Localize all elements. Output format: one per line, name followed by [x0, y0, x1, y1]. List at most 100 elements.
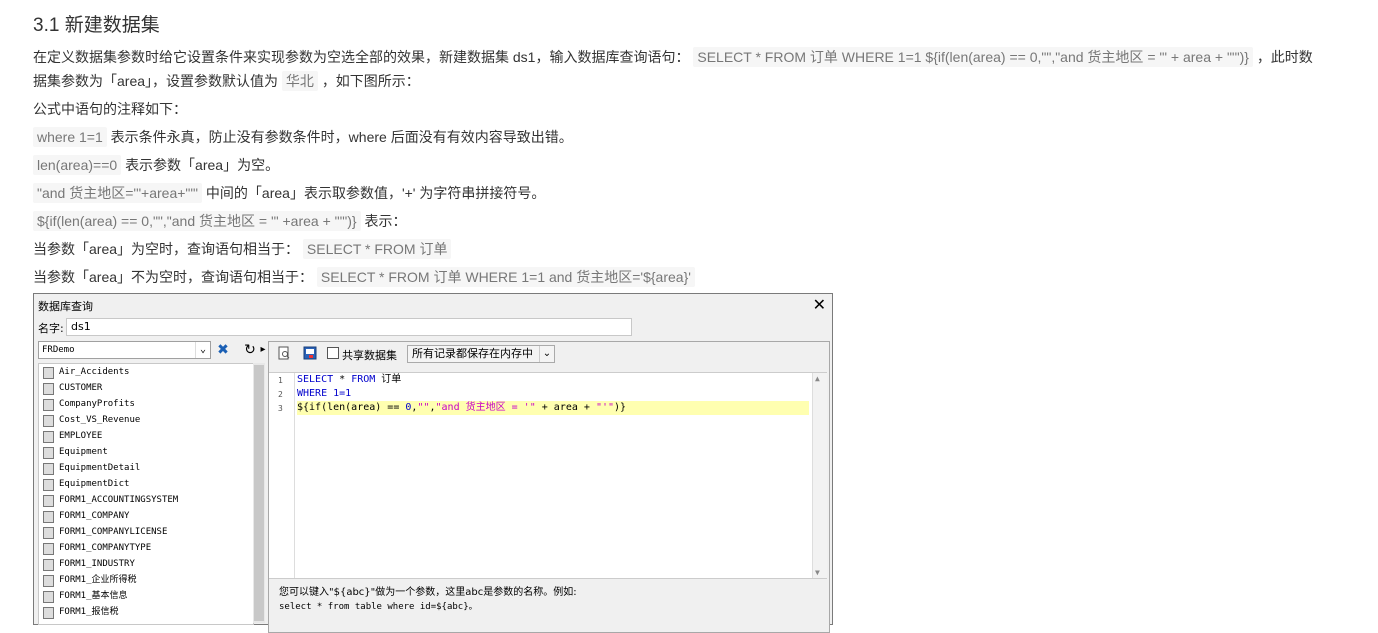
table-icon — [43, 527, 54, 539]
close-icon[interactable]: ✕ — [813, 295, 826, 314]
line-number-gutter: 1 2 3 — [269, 373, 295, 578]
scroll-down-icon[interactable]: ▼ — [815, 568, 820, 577]
keyword-from: FROM — [351, 374, 376, 385]
name-label: 名字: — [38, 322, 64, 335]
note-1: where 1=1 表示条件永真，防止没有参数条件时，where 后面没有有效内… — [33, 127, 573, 147]
section-heading: 3.1 新建数据集 — [33, 15, 160, 36]
code-string: "and 货主地区 = '" — [435, 402, 536, 413]
table-list-item[interactable]: FORM1_企业所得税 — [39, 572, 253, 588]
note-3-code: "and 货主地区='"+area+"'" — [33, 183, 203, 203]
note-2-code: len(area)==0 — [33, 155, 122, 175]
scrollbar-thumb[interactable] — [254, 365, 264, 621]
scroll-up-icon[interactable]: ▲ — [815, 374, 820, 383]
parameter-icon[interactable] — [303, 346, 317, 360]
paragraph-1-cont: 据集参数为「area」，设置参数默认值为 华北 ，如下图所示： — [33, 71, 420, 91]
table-icon — [43, 479, 54, 491]
table-list-item[interactable]: EMPLOYEE — [39, 428, 253, 444]
note-5: 当参数「area」为空时，查询语句相当于： SELECT * FROM 订单 — [33, 239, 452, 259]
code-line-3: ${if(len(area) == 0,"","and 货主地区 = '" + … — [297, 401, 809, 415]
table-list-item[interactable]: CompanyProfits — [39, 396, 253, 412]
table-name: EquipmentDict — [59, 479, 130, 489]
storage-mode-select[interactable]: 所有记录都保存在内存中 ⌄ — [407, 345, 555, 363]
table-list-item[interactable]: FORM1_ACCOUNTINGSYSTEM — [39, 492, 253, 508]
table-list-item[interactable]: FORM1_基本信息 — [39, 588, 253, 604]
note-4: ${if(len(area) == 0,"","and 货主地区 = '" +a… — [33, 211, 406, 231]
table-icon — [43, 495, 54, 507]
collapse-handle-icon[interactable]: ▸ — [260, 341, 266, 359]
table-name: Equipment — [59, 447, 108, 457]
table-name: EMPLOYEE — [59, 431, 103, 441]
paragraph-1: 在定义数据集参数时给它设置条件来实现参数为空选全部的效果，新建数据集 ds1，输… — [33, 47, 1313, 67]
keyword-select: SELECT — [297, 374, 334, 385]
note-5-text: 当参数「area」为空时，查询语句相当于： — [33, 241, 300, 257]
table-name: FORM1_企业所得税 — [59, 575, 137, 585]
table-icon — [43, 447, 54, 459]
code-token: 订单 — [375, 374, 402, 385]
table-list[interactable]: Air_Accidents CUSTOMER CompanyProfits Cost_… — [38, 363, 254, 625]
table-name: FORM1_COMPANY — [59, 511, 130, 521]
table-list-item[interactable]: CUSTOMER — [39, 380, 253, 396]
table-icon — [43, 591, 54, 603]
editor-scrollbar[interactable]: ▲ ▼ — [812, 373, 827, 578]
keyword-where: WHERE — [297, 388, 328, 399]
p1-inline-code: SELECT * FROM 订单 WHERE 1=1 ${if(len(area… — [693, 47, 1253, 67]
database-query-dialog: 数据库查询 ✕ 名字: ds1 FRDemo ⌄ ✖ ↻ ▸ Air_Accid… — [33, 293, 833, 633]
table-icon — [43, 383, 54, 395]
chevron-down-icon[interactable]: ⌄ — [195, 342, 210, 358]
chevron-down-icon[interactable]: ⌄ — [539, 346, 554, 362]
table-icon — [43, 399, 54, 411]
code-token: + area + — [535, 402, 596, 413]
table-list-item[interactable]: FORM1_COMPANYTYPE — [39, 540, 253, 556]
table-list-item[interactable]: FORM1_INDUSTRY — [39, 556, 253, 572]
table-name: FORM1_COMPANYLICENSE — [59, 527, 168, 537]
table-list-item[interactable]: EquipmentDict — [39, 476, 253, 492]
refresh-icon[interactable]: ↻ — [241, 341, 259, 359]
note-4-text: 表示： — [364, 213, 407, 229]
tools-icon[interactable]: ✖ — [214, 341, 232, 359]
dialog-title: 数据库查询 — [38, 300, 93, 313]
note-5-code: SELECT * FROM 订单 — [302, 239, 452, 259]
sql-toolbar: 共享数据集 所有记录都保存在内存中 ⌄ — [269, 342, 829, 366]
table-list-item[interactable]: Equipment — [39, 444, 253, 460]
code-token: * — [333, 374, 352, 385]
code-token: )} — [614, 402, 627, 413]
table-name: CompanyProfits — [59, 399, 135, 409]
preview-icon[interactable] — [277, 346, 291, 360]
line-number: 1 — [278, 376, 283, 385]
table-name: FORM1_报信税 — [59, 607, 119, 617]
line-number: 2 — [278, 390, 283, 399]
table-list-item[interactable]: FORM1_报信税 — [39, 604, 253, 620]
name-input[interactable]: ds1 — [66, 318, 632, 336]
sql-editor[interactable]: 1 2 3 SELECT * FROM 订单 WHERE 1=1 ${if(le… — [269, 372, 827, 579]
note-1-text: 表示条件永真，防止没有参数条件时，where 后面没有有效内容导致出错。 — [110, 129, 573, 145]
share-dataset-checkbox[interactable] — [327, 347, 339, 359]
table-icon — [43, 559, 54, 571]
table-list-item[interactable]: Air_Accidents — [39, 364, 253, 380]
connection-select[interactable]: FRDemo ⌄ — [38, 341, 211, 359]
table-list-item[interactable]: FORM1_COMPANYLICENSE — [39, 524, 253, 540]
table-list-scrollbar[interactable] — [253, 363, 265, 623]
hint-line-1: 您可以键入"${abc}"做为一个参数，这里abc是参数的名称。例如: — [279, 587, 577, 598]
p2-inline-code: 华北 — [281, 71, 318, 91]
code-line-1: SELECT * FROM 订单 — [297, 373, 401, 387]
table-icon — [43, 415, 54, 427]
note-3-text: 中间的「area」表示取参数值，'+' 为字符串拼接符号。 — [205, 185, 546, 201]
table-name: Cost_VS_Revenue — [59, 415, 141, 425]
table-icon — [43, 543, 54, 555]
table-icon — [43, 367, 54, 379]
storage-mode-value: 所有记录都保存在内存中 — [412, 348, 533, 360]
parameter-hint: 您可以键入"${abc}"做为一个参数，这里abc是参数的名称。例如: sele… — [279, 586, 577, 614]
table-list-item[interactable]: EquipmentDetail — [39, 460, 253, 476]
code-string: "" — [417, 402, 430, 413]
table-icon — [43, 511, 54, 523]
p2-text-b: ，如下图所示： — [321, 73, 420, 89]
table-icon — [43, 431, 54, 443]
table-list-item[interactable]: FORM1_COMPANY — [39, 508, 253, 524]
note-3: "and 货主地区='"+area+"'" 中间的「area」表示取参数值，'+… — [33, 183, 545, 203]
table-icon — [43, 607, 54, 619]
table-name: FORM1_COMPANYTYPE — [59, 543, 152, 553]
paragraph-2: 公式中语句的注释如下： — [33, 101, 187, 117]
note-6: 当参数「area」不为空时，查询语句相当于： SELECT * FROM 订单 … — [33, 267, 695, 287]
table-list-item[interactable]: Cost_VS_Revenue — [39, 412, 253, 428]
code-line-2: WHERE 1=1 — [297, 387, 351, 401]
